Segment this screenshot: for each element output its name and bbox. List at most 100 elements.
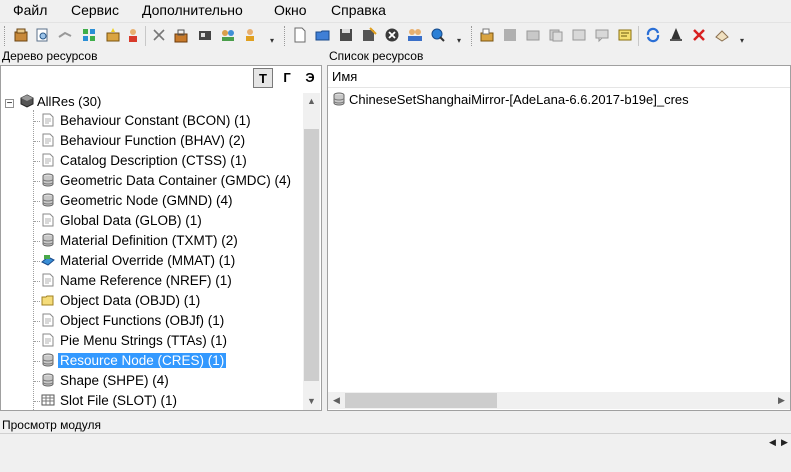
refresh-icon[interactable] — [644, 26, 662, 44]
package-open-icon[interactable] — [478, 26, 496, 44]
toolbar-overflow-icon[interactable]: ▾ — [457, 37, 464, 45]
view-button-g[interactable]: Г — [277, 68, 297, 88]
view-button-e[interactable]: Э — [300, 68, 320, 88]
tree-item[interactable]: Resource Node (CRES) (1) — [41, 352, 227, 370]
tree-root[interactable]: − AllRes (30) — [5, 93, 101, 111]
tree-guide-line — [33, 110, 35, 410]
tree-item[interactable]: Object Functions (OBJf) (1) — [41, 312, 226, 330]
list-horizontal-scrollbar[interactable]: ◀ ▶ — [328, 392, 790, 409]
tree-item[interactable]: Global Data (GLOB) (1) — [41, 212, 204, 230]
document-icon — [41, 333, 55, 347]
note-icon[interactable] — [616, 26, 634, 44]
resource-list-panel: Имя ChineseSetShanghaiMirror-[AdeLana-6.… — [327, 65, 791, 411]
open-package-icon[interactable] — [12, 26, 30, 44]
scissors-icon[interactable] — [150, 26, 168, 44]
people-group-icon[interactable] — [406, 26, 424, 44]
toolbar-grip[interactable] — [4, 26, 8, 46]
document-icon — [41, 153, 55, 167]
save-as-icon[interactable] — [360, 26, 378, 44]
scroll-right-icon[interactable]: ▶ — [773, 392, 790, 409]
card-icon[interactable] — [196, 26, 214, 44]
tree-item[interactable]: Catalog Description (CTSS) (1) — [41, 152, 249, 170]
tree-item[interactable]: Material Definition (TXMT) (2) — [41, 232, 240, 250]
menu-service[interactable]: Сервис — [71, 0, 119, 20]
menu-file[interactable]: Файл — [13, 0, 47, 20]
scroll-left-icon[interactable]: ◀ — [328, 392, 345, 409]
preview-icon[interactable] — [33, 26, 51, 44]
tree-guide-line — [34, 401, 40, 403]
tree-item-label: Geometric Node (GMND) (4) — [60, 193, 233, 208]
tree-item[interactable]: Shape (SHPE) (4) — [41, 372, 171, 390]
tree-guide-line — [34, 221, 40, 223]
toolbar-grip[interactable] — [471, 26, 475, 46]
menu-help[interactable]: Справка — [331, 0, 386, 20]
tree-item-label: Material Definition (TXMT) (2) — [60, 233, 238, 248]
web-search-icon[interactable] — [429, 26, 447, 44]
resource-tree-panel: Т Г Э − AllRes (30) Behaviour Constant (B… — [0, 65, 322, 411]
delete-icon[interactable] — [690, 26, 708, 44]
scroll-up-icon[interactable]: ▲ — [303, 93, 320, 110]
people-icon[interactable] — [219, 26, 237, 44]
cubes-icon[interactable] — [80, 26, 98, 44]
toolbar-grip[interactable] — [284, 26, 288, 46]
list-item[interactable]: ChineseSetShanghaiMirror-[AdeLana-6.6.20… — [332, 91, 689, 109]
tree-item-label: Behaviour Constant (BCON) (1) — [60, 113, 251, 128]
tree-item[interactable]: Name Reference (NREF) (1) — [41, 272, 234, 290]
view-mode-buttons: Т Г Э — [1, 66, 321, 90]
eraser-icon[interactable] — [713, 26, 731, 44]
tree-item[interactable]: Behaviour Function (BHAV) (2) — [41, 132, 247, 150]
tree-guide-line — [34, 301, 40, 303]
database-icon — [332, 92, 346, 106]
document-icon — [41, 273, 55, 287]
menu-bar: Файл Сервис Дополнительно Окно Справка — [0, 0, 791, 20]
scroll-thumb[interactable] — [345, 393, 497, 408]
disabled-note-icon — [570, 26, 588, 44]
tree-item[interactable]: Slot File (SLOT) (1) — [41, 392, 179, 410]
scroll-thumb[interactable] — [304, 129, 319, 381]
database-icon — [41, 233, 55, 247]
tree-vertical-scrollbar[interactable]: ▲ ▼ — [303, 93, 320, 410]
tree-item-label: Pie Menu Strings (TTAs) (1) — [60, 333, 228, 348]
resource-list-title: Список ресурсов — [327, 49, 789, 64]
lock-package-icon[interactable] — [172, 26, 190, 44]
nav-right-icon[interactable]: ▶ — [781, 437, 788, 448]
tree-item[interactable]: Pie Menu Strings (TTAs) (1) — [41, 332, 229, 350]
menu-window[interactable]: Окно — [274, 0, 307, 20]
open-folder-icon[interactable] — [314, 26, 332, 44]
document-icon — [41, 313, 55, 327]
collapse-icon[interactable]: − — [5, 99, 14, 109]
menu-additional[interactable]: Дополнительно — [142, 0, 243, 20]
toolbar-separator — [145, 26, 146, 46]
module-preview-panel — [0, 433, 791, 456]
link-icon[interactable] — [56, 26, 74, 44]
toolbar-overflow-icon[interactable]: ▾ — [740, 37, 747, 45]
view-button-t[interactable]: Т — [253, 68, 273, 88]
tree-item-label: Object Functions (OBJf) (1) — [60, 313, 225, 328]
wizard-hat-icon[interactable] — [667, 26, 685, 44]
user-search-icon[interactable] — [242, 26, 260, 44]
tree-guide-line — [34, 361, 40, 363]
tree-item-label: Geometric Data Container (GMDC) (4) — [60, 173, 292, 188]
tree-item-label: Resource Node (CRES) (1) — [58, 353, 227, 368]
toolbar-overflow-icon[interactable]: ▾ — [270, 37, 277, 45]
tree-guide-line — [34, 321, 40, 323]
nav-left-icon[interactable]: ◀ — [769, 437, 776, 448]
column-header-name[interactable]: Имя — [328, 66, 790, 88]
tree-item[interactable]: Material Override (MMAT) (1) — [41, 252, 237, 270]
close-icon[interactable] — [383, 26, 401, 44]
tree-item[interactable]: Behaviour Constant (BCON) (1) — [41, 112, 253, 130]
database-icon — [41, 353, 55, 367]
tree-item[interactable]: Geometric Node (GMND) (4) — [41, 192, 235, 210]
tree-guide-line — [34, 161, 40, 163]
package-star-icon[interactable] — [104, 26, 122, 44]
scroll-down-icon[interactable]: ▼ — [303, 393, 320, 410]
tree-item-label: Object Data (OBJD) (1) — [60, 293, 201, 308]
user-icon[interactable] — [124, 26, 142, 44]
tree-item[interactable]: Object Data (OBJD) (1) — [41, 292, 202, 310]
new-file-icon[interactable] — [291, 26, 309, 44]
tree-item-label: Behaviour Function (BHAV) (2) — [60, 133, 246, 148]
tree-guide-line — [34, 381, 40, 383]
database-icon — [41, 193, 55, 207]
tree-item[interactable]: Geometric Data Container (GMDC) (4) — [41, 172, 293, 190]
save-icon[interactable] — [337, 26, 355, 44]
